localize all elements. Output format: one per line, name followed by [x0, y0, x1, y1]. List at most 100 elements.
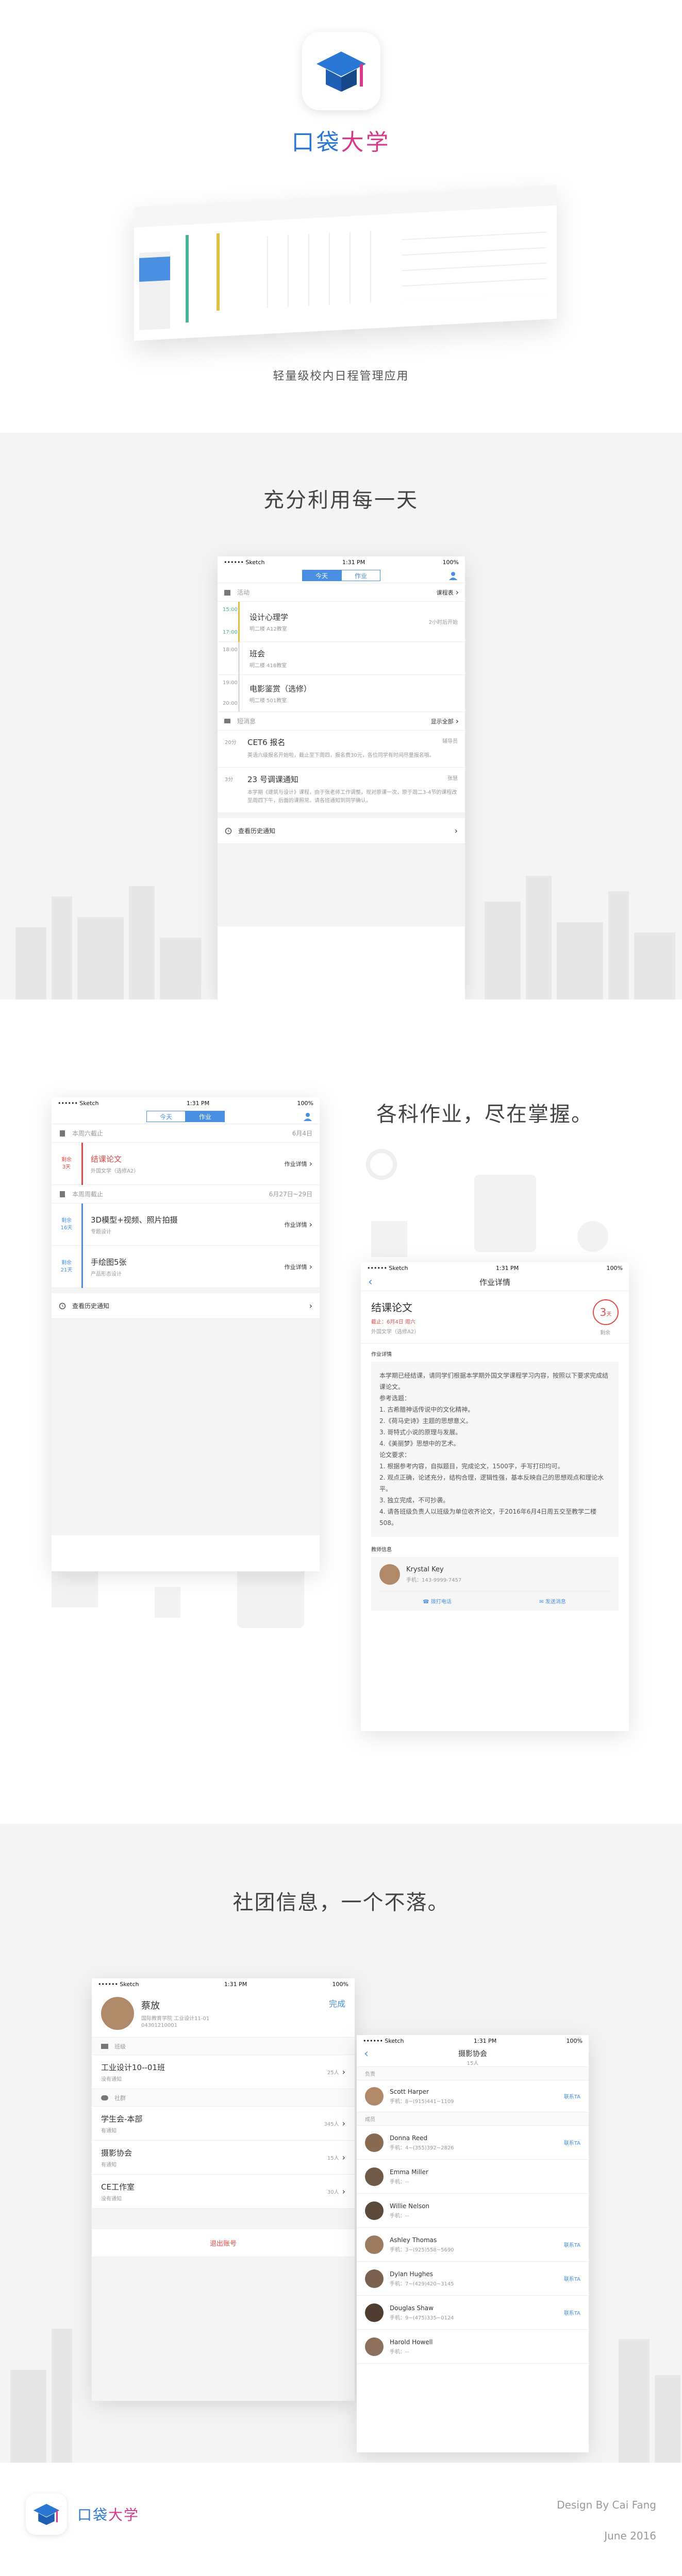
homework-item[interactable]: 剩余 3天 结课论文 外国文学（选修A2） 作业详情: [52, 1143, 320, 1185]
clipboard-icon: [474, 1175, 536, 1252]
chevron-right-icon: [309, 1159, 312, 1168]
notice-item[interactable]: 20分 CET6 报名 辅导员 英语六级报名开始啦，截止至下周四，报名费30元，各…: [218, 731, 465, 768]
history-link[interactable]: 查看历史通知: [218, 818, 465, 844]
course-end: 20:00: [223, 701, 238, 706]
profile-icon[interactable]: [448, 571, 458, 580]
homework-detail-link[interactable]: 作业详情: [285, 1263, 307, 1271]
history-label: 查看历史通知: [238, 827, 276, 835]
contact-button[interactable]: 联系TA: [564, 2241, 580, 2248]
hero-section: 口袋大学 轻量级校内日程管理应用: [0, 0, 682, 433]
club-count: 15人: [327, 2156, 339, 2161]
homework-item[interactable]: 剩余 21天 手绘图5张 产品形态设计 作业详情: [52, 1246, 320, 1288]
homework-detail-link[interactable]: 作业详情: [285, 1160, 307, 1168]
contact-button[interactable]: 联系TA: [564, 2139, 580, 2146]
chevron-right-icon: [342, 2153, 345, 2162]
detail-deadline: 截止：6月4日 周六: [371, 1319, 415, 1325]
chevron-right-icon: [456, 587, 459, 597]
show-all-link[interactable]: 显示全部: [431, 717, 454, 725]
contact-button[interactable]: 联系TA: [564, 2275, 580, 2282]
member-row: Harold Howell 手机：--: [357, 2330, 589, 2364]
avatar: [101, 1997, 134, 2030]
member-row: Douglas Shaw 手机：9~(475)335~0124 联系TA: [357, 2296, 589, 2330]
avatar: [365, 2269, 384, 2288]
homework-detail-link[interactable]: 作业详情: [285, 1221, 307, 1229]
status-bar: •••••• Sketch 1:31 PM 100%: [357, 2035, 589, 2046]
footer-logo-part1: 口袋: [77, 2506, 109, 2523]
course-start: 18:00: [223, 647, 238, 653]
graduation-cap-icon: [317, 52, 366, 92]
club-item[interactable]: 摄影协会 有通知 15人: [92, 2141, 355, 2175]
graduation-cap-icon: [33, 2504, 60, 2526]
call-button[interactable]: ☎ 拨打电话: [379, 1597, 495, 1605]
homework-screen: •••••• Sketch 1:31 PM 100% 今天 作业 本周六截止 6月…: [52, 1097, 320, 1571]
assignment-text: 本学期已经结课，请同学们根据本学期外国文学课程学习内容，按照以下要求完成结课论文…: [371, 1362, 619, 1537]
done-button[interactable]: 完成: [329, 1997, 345, 2009]
history-icon: [59, 1302, 66, 1309]
status-bar: •••••• Sketch 1:31 PM 100%: [92, 1978, 355, 1990]
design-credit: Design By Cai Fang: [557, 2499, 656, 2511]
message-icon: [224, 718, 230, 723]
course-place: 明二楼 418教室: [249, 663, 287, 669]
course-end: 17:00: [223, 630, 238, 635]
group-title: 本周六截止: [72, 1130, 104, 1137]
class-count: 25人: [327, 2070, 339, 2076]
logout-button[interactable]: 退出账号: [92, 2229, 355, 2257]
club-label: 社群: [114, 2094, 126, 2102]
profile-icon[interactable]: [303, 1112, 312, 1121]
message-button[interactable]: ✉ 发送消息: [495, 1597, 610, 1605]
club-name: 学生会-本部: [101, 2114, 143, 2124]
course-item[interactable]: 15:00 17:00 设计心理学 明二楼 A12教室 2小时后开始: [218, 602, 465, 642]
course-item[interactable]: 18:00 班会 明二楼 418教室: [218, 642, 465, 675]
assignment-line: 论文要求：: [379, 1451, 411, 1459]
chevron-right-icon: [309, 1219, 312, 1229]
homework-item[interactable]: 剩余 16天 3D模型+视频、照片拍摄 专题设计 作业详情: [52, 1204, 320, 1246]
history-link[interactable]: 查看历史通知: [52, 1293, 320, 1319]
club-item[interactable]: CE工作室 没有通知 30人: [92, 2175, 355, 2209]
club-section-header: 社群: [92, 2089, 355, 2107]
message-label: 发送消息: [545, 1599, 566, 1605]
tab-today[interactable]: 今天: [302, 569, 341, 581]
group-title: 本周周截止: [72, 1191, 104, 1198]
notice-body: 本学期《建筑与设计》课程，由于张老师工作调整，现对原课一次，原于周二3-4节的课…: [247, 790, 457, 804]
carrier: •••••• Sketch: [224, 558, 265, 566]
footer: 口袋大学 Design By Cai Fang June 2016: [0, 2463, 682, 2576]
contact-button[interactable]: 联系TA: [564, 2309, 580, 2316]
tab-homework[interactable]: 作业: [186, 1110, 225, 1122]
contact-button[interactable]: 联系TA: [564, 2092, 580, 2100]
logout-label: 退出账号: [209, 2240, 237, 2248]
tab-today[interactable]: 今天: [146, 1110, 186, 1122]
back-icon[interactable]: ‹: [368, 1276, 373, 1289]
club-sub: 有通知: [101, 2162, 117, 2168]
badge-label: 剩余: [61, 1217, 72, 1224]
chevron-right-icon: [455, 826, 458, 836]
back-icon[interactable]: ‹: [364, 2047, 369, 2060]
member-row: Ashley Thomas 手机：3~(925)558~5690 联系TA: [357, 2228, 589, 2262]
history-label: 查看历史通知: [72, 1302, 110, 1310]
notice-item[interactable]: 3分 23 号调课通知 张慧 本学期《建筑与设计》课程，由于张老师工作调整，现对原…: [218, 768, 465, 813]
club-item[interactable]: 学生会-本部 有通知 345人: [92, 2107, 355, 2141]
tab-homework[interactable]: 作业: [341, 569, 380, 581]
schedule-link[interactable]: 课程表: [437, 588, 454, 597]
clock: 1:31 PM: [473, 2037, 497, 2044]
notice-time: 20分: [225, 740, 237, 745]
course-title: 电影鉴赏（选修）: [249, 684, 312, 693]
class-item[interactable]: 工业设计10--01班 没有通知 25人: [92, 2055, 355, 2089]
member-phone: 手机：7~(429)420~3145: [390, 2281, 454, 2287]
course-list: 15:00 17:00 设计心理学 明二楼 A12教室 2小时后开始 18:00…: [218, 602, 465, 712]
profile-screen: •••••• Sketch 1:31 PM 100% 蔡放 国际教育学院 工业设…: [92, 1978, 355, 2401]
homework-course: 外国文学（选修A2）: [91, 1168, 139, 1174]
carrier: •••••• Sketch: [367, 1264, 408, 1272]
member-phone: 手机：--: [390, 2349, 409, 2355]
clock-icon: [366, 1149, 397, 1180]
member-row: Willie Nelson 手机：--: [357, 2194, 589, 2228]
chevron-right-icon: [456, 716, 459, 726]
club-count: 30人: [327, 2190, 339, 2195]
homework-icon: [60, 1130, 65, 1137]
course-item[interactable]: 19:00 20:00 电影鉴赏（选修） 明二楼 501教室: [218, 675, 465, 712]
carrier: •••••• Sketch: [363, 2037, 404, 2044]
assignment-line: 本学期已经结课，请同学们根据本学期外国文学课程学习内容，按照以下要求完成结课论文…: [379, 1372, 609, 1391]
member-row: Emma Miller 手机：--: [357, 2160, 589, 2194]
teacher-label: 教师信息: [371, 1547, 392, 1553]
group-header: 本周六截止 6月4日: [52, 1124, 320, 1143]
profile-dept: 国际教育学院 工业设计11-01: [141, 2016, 210, 2022]
